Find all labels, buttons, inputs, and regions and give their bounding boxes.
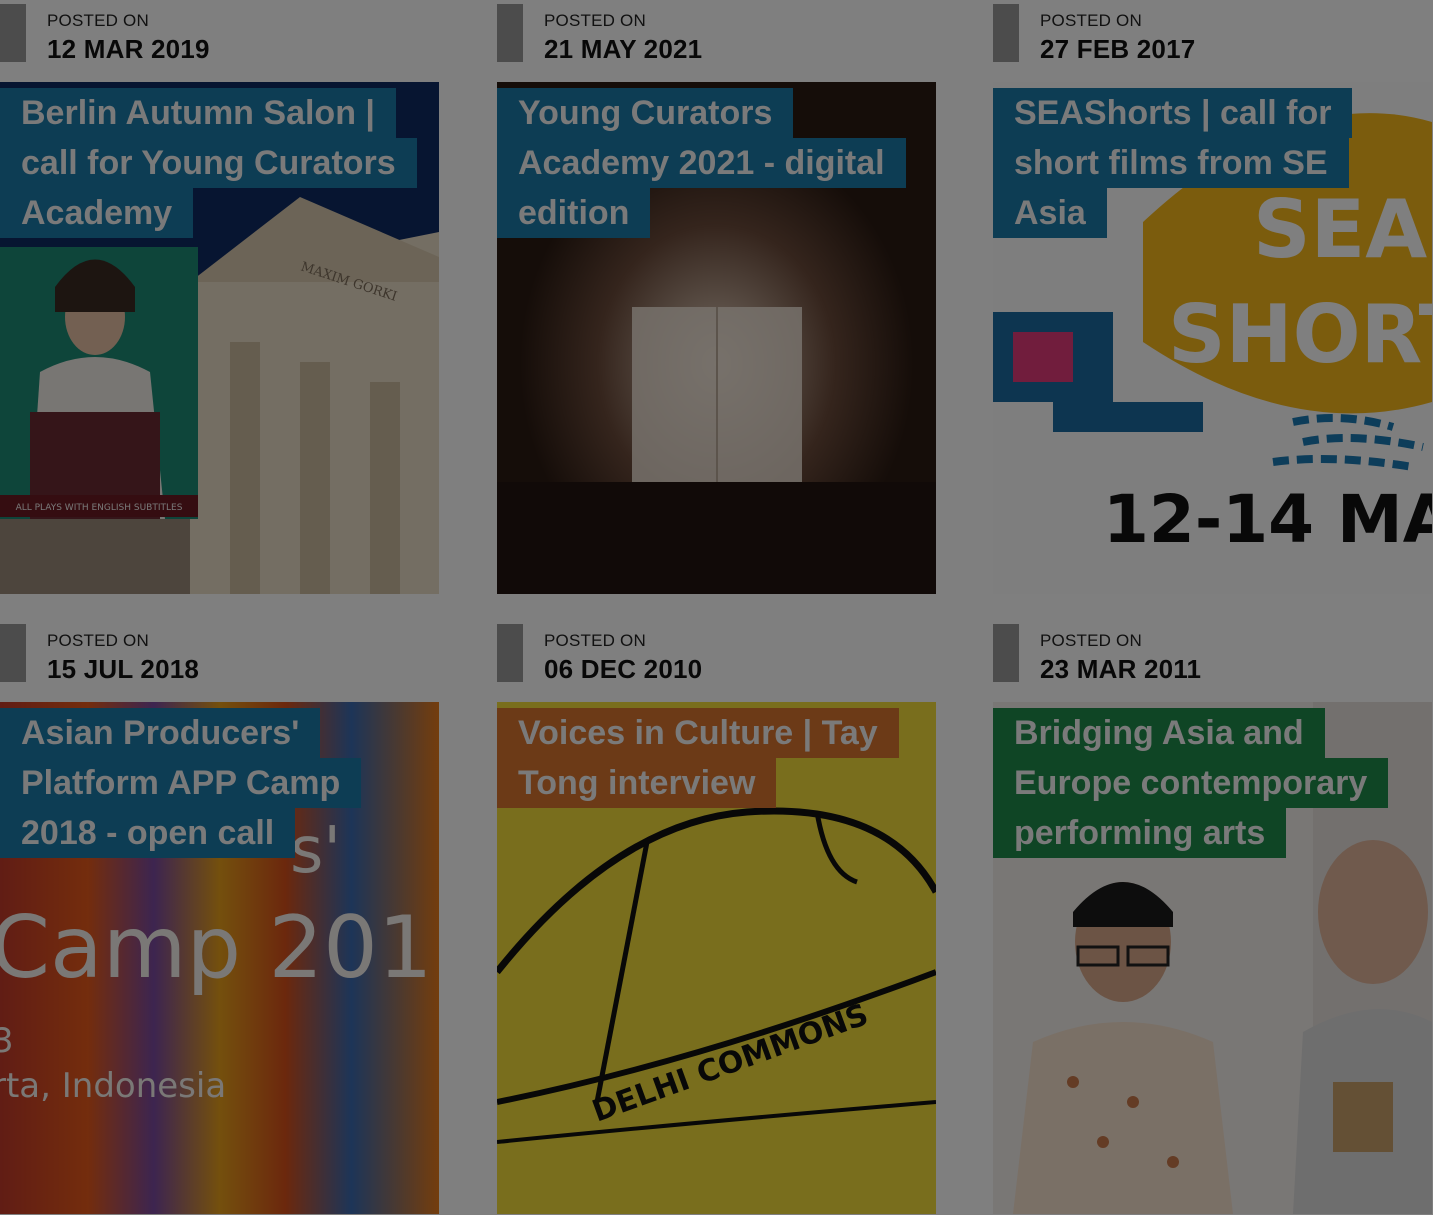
date-accent-bar	[993, 4, 1019, 62]
news-grid: POSTED ON 12 MAR 2019 MAXIM GORKI ALL PL…	[0, 0, 1433, 1215]
title-line: Berlin Autumn Salon |	[0, 88, 396, 138]
title-line: Academy	[0, 188, 194, 238]
date-block: POSTED ON 12 MAR 2019	[0, 0, 439, 64]
title-line: Asia	[993, 188, 1107, 238]
image-text-year: 3	[0, 1021, 14, 1061]
news-card[interactable]: POSTED ON 23 MAR 2011 Bridging Asia and …	[993, 620, 1432, 1215]
posted-on-label: POSTED ON	[47, 631, 149, 650]
title-line: performing arts	[993, 808, 1287, 858]
post-date: 21 MAY 2021	[544, 34, 703, 64]
title-line: Young Curators	[497, 88, 794, 138]
date-accent-bar	[497, 624, 523, 682]
card-title[interactable]: Asian Producers' Platform APP Camp 2018 …	[0, 708, 420, 858]
date-block: POSTED ON 15 JUL 2018	[0, 620, 439, 684]
date-accent-bar	[0, 4, 26, 62]
date-block: POSTED ON 23 MAR 2011	[993, 620, 1432, 684]
news-card[interactable]: POSTED ON 12 MAR 2019 MAXIM GORKI ALL PL…	[0, 0, 439, 596]
image-text-shorts: SHORT	[1168, 288, 1432, 381]
title-line: Academy 2021 - digital	[497, 138, 906, 188]
title-line: Platform APP Camp	[0, 758, 362, 808]
image-text-location: rta, Indonesia	[0, 1066, 226, 1106]
card-title[interactable]: Voices in Culture | Tay Tong interview	[497, 708, 917, 808]
card-title[interactable]: SEAShorts | call for short films from SE…	[993, 88, 1413, 238]
posted-on-label: POSTED ON	[1040, 631, 1142, 650]
date-block: POSTED ON 27 FEB 2017	[993, 0, 1432, 64]
news-card[interactable]: POSTED ON 27 FEB 2017 SEA SHORT 12-14 MA…	[993, 0, 1432, 596]
posted-on-label: POSTED ON	[1040, 11, 1142, 30]
posted-on-label: POSTED ON	[544, 11, 646, 30]
image-text-banner: ALL PLAYS WITH ENGLISH SUBTITLES	[16, 503, 183, 513]
date-block: POSTED ON 21 MAY 2021	[497, 0, 936, 64]
image-text-dates: 12-14 MA	[1103, 481, 1432, 558]
image-text-camp: Camp 201	[0, 898, 433, 998]
date-accent-bar	[993, 624, 1019, 682]
post-date: 27 FEB 2017	[1040, 34, 1196, 64]
card-title[interactable]: Young Curators Academy 2021 - digital ed…	[497, 88, 917, 238]
title-line: short films from SE	[993, 138, 1349, 188]
post-date: 06 DEC 2010	[544, 654, 703, 684]
news-card[interactable]: POSTED ON 06 DEC 2010 DELHI COMMONS Voic…	[497, 620, 936, 1215]
card-title[interactable]: Bridging Asia and Europe contemporary pe…	[993, 708, 1413, 858]
date-block: POSTED ON 06 DEC 2010	[497, 620, 936, 684]
title-line: edition	[497, 188, 651, 238]
title-line: Bridging Asia and	[993, 708, 1325, 758]
post-date: 15 JUL 2018	[47, 654, 200, 684]
title-line: Asian Producers'	[0, 708, 321, 758]
date-accent-bar	[0, 624, 26, 682]
posted-on-label: POSTED ON	[544, 631, 646, 650]
post-date: 12 MAR 2019	[47, 34, 210, 64]
post-date: 23 MAR 2011	[1040, 654, 1202, 684]
title-line: call for Young Curators	[0, 138, 417, 188]
news-card[interactable]: POSTED ON 15 JUL 2018 s' Camp 201 3 rta,…	[0, 620, 439, 1215]
card-title[interactable]: Berlin Autumn Salon | call for Young Cur…	[0, 88, 420, 238]
title-line: Tong interview	[497, 758, 777, 808]
title-line: Voices in Culture | Tay	[497, 708, 899, 758]
title-line: Europe contemporary	[993, 758, 1389, 808]
posted-on-label: POSTED ON	[47, 11, 149, 30]
title-line: SEAShorts | call for	[993, 88, 1353, 138]
news-card[interactable]: POSTED ON 21 MAY 2021 Young Curators Aca…	[497, 0, 936, 596]
date-accent-bar	[497, 4, 523, 62]
title-line: 2018 - open call	[0, 808, 296, 858]
